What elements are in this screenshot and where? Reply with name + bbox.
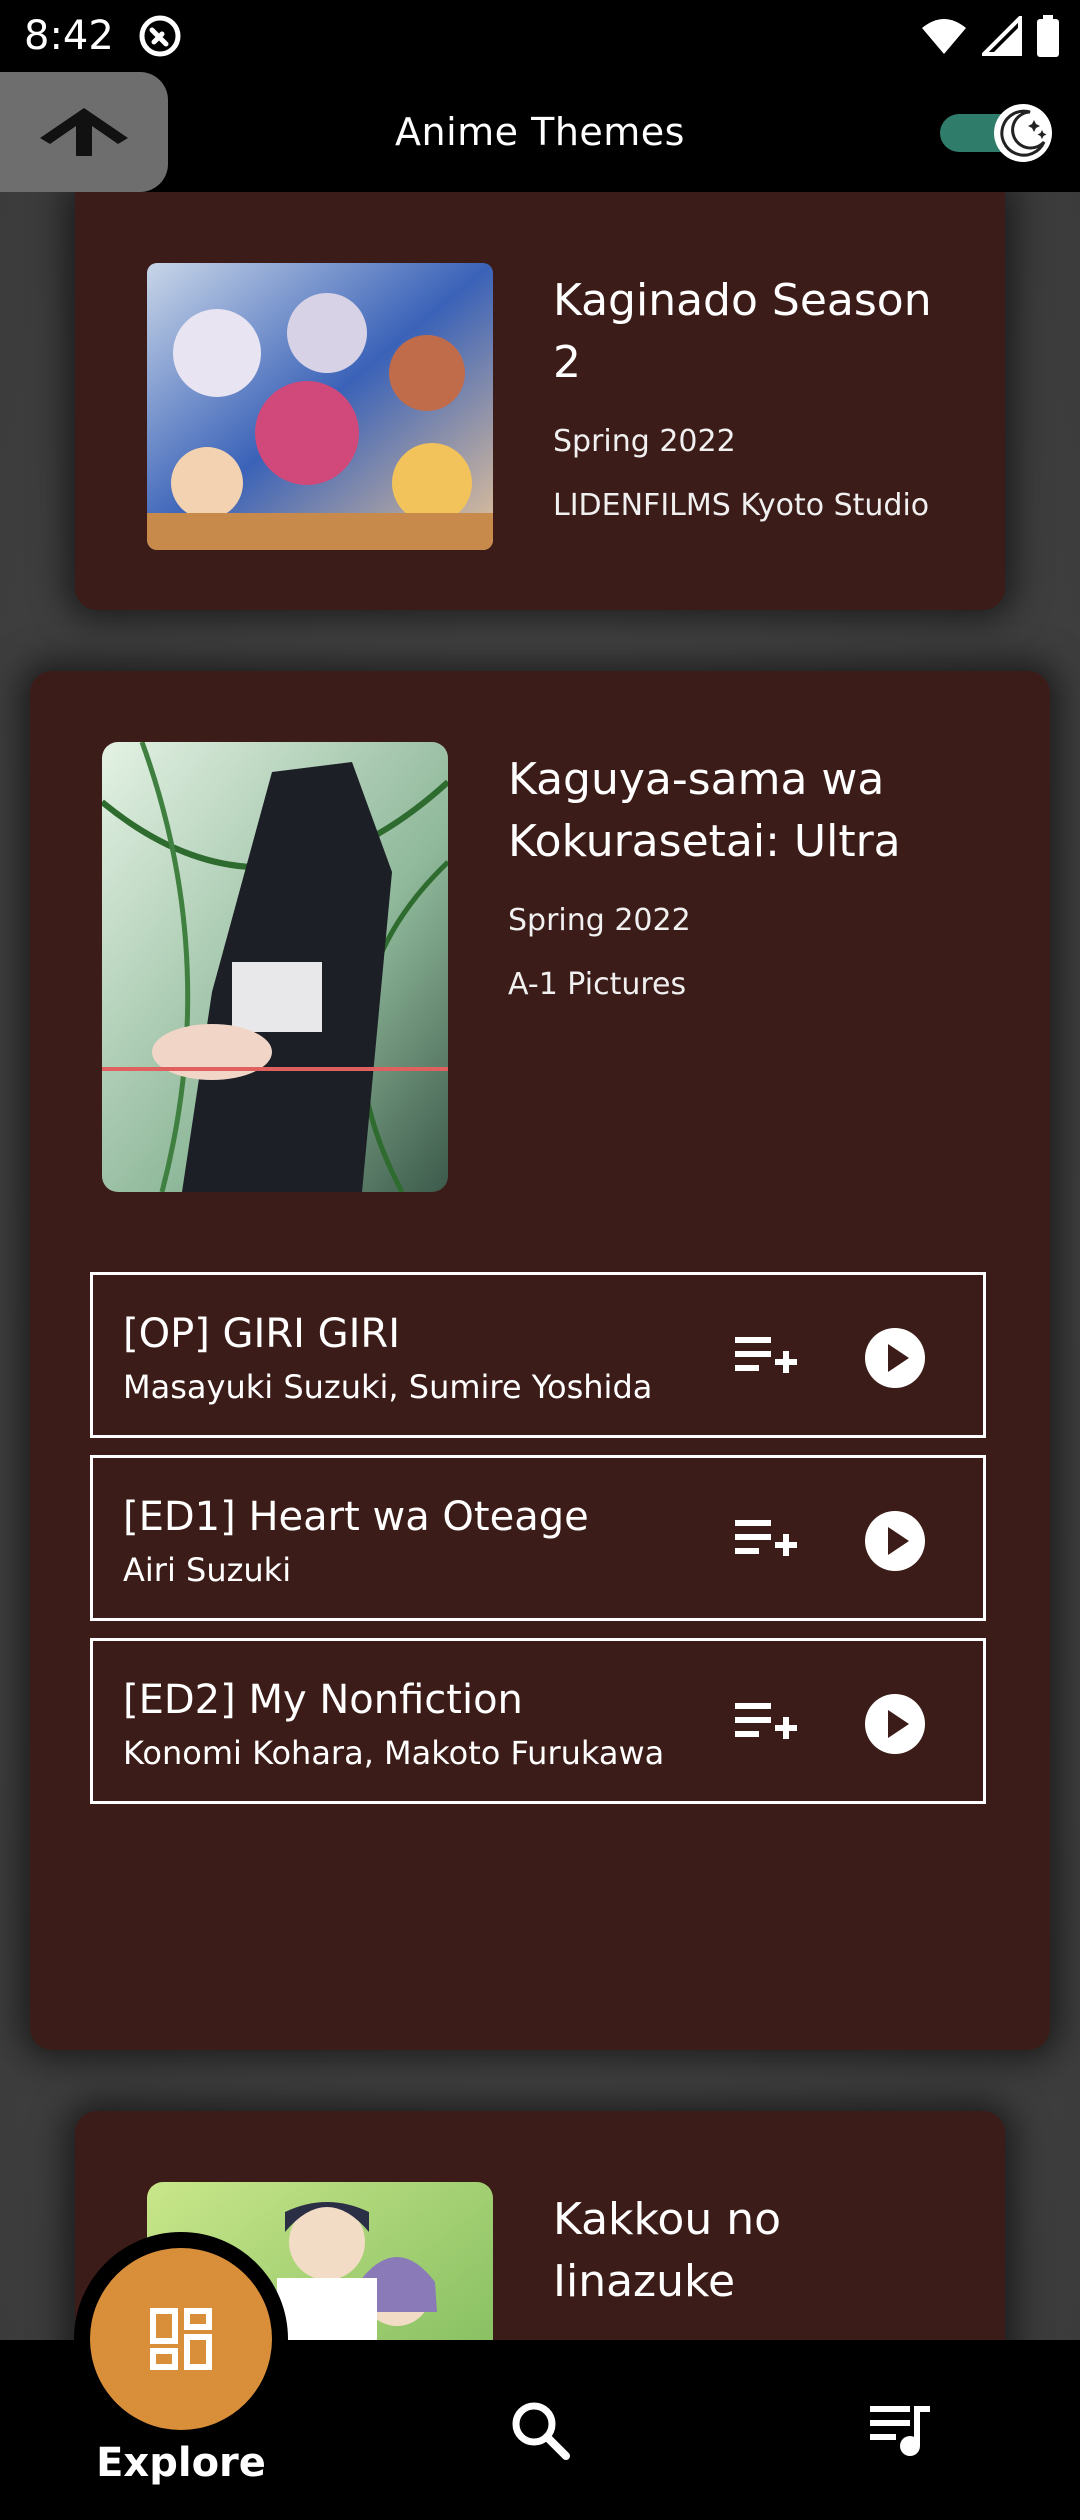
nav-explore-button[interactable] [90, 2248, 272, 2430]
theme-artists: Konomi Kohara, Makoto Furukawa [123, 1734, 665, 1772]
anime-list[interactable]: Kaginado Season 2 Spring 2022 LIDENFILMS… [0, 192, 1080, 2340]
battery-icon [1037, 15, 1059, 57]
add-to-playlist-icon[interactable] [733, 1514, 797, 1568]
play-icon[interactable] [863, 1692, 927, 1756]
app-notification-icon [139, 15, 181, 57]
theme-artists: Masayuki Suzuki, Sumire Yoshida [123, 1368, 653, 1406]
status-bar: 8:42 [0, 0, 1080, 72]
play-icon[interactable] [863, 1509, 927, 1573]
theme-row[interactable]: [ED1] Heart wa Oteage Airi Suzuki [90, 1455, 986, 1621]
nav-explore-label[interactable]: Explore [76, 2440, 286, 2486]
theme-row[interactable]: [ED2] My Nonfiction Konomi Kohara, Makot… [90, 1638, 986, 1804]
add-to-playlist-icon[interactable] [733, 1697, 797, 1751]
anime-title: Kaguya-sama wa Kokurasetai: Ultra [508, 754, 901, 867]
play-icon[interactable] [863, 1326, 927, 1390]
dark-mode-toggle[interactable] [940, 104, 1052, 162]
anime-card[interactable]: Kaginado Season 2 Spring 2022 LIDENFILMS… [75, 192, 1005, 610]
anime-cover-image [102, 742, 448, 1192]
dashboard-icon [150, 2308, 212, 2370]
theme-row[interactable]: [OP] GIRI GIRI Masayuki Suzuki, Sumire Y… [90, 1272, 986, 1438]
anime-title: Kaginado Season 2 [553, 275, 932, 388]
anime-season: Spring 2022 [553, 424, 736, 459]
status-time: 8:42 [24, 13, 114, 59]
theme-name: [OP] GIRI GIRI [123, 1311, 401, 1357]
anime-studio: A-1 Pictures [508, 967, 687, 1002]
toggle-thumb [994, 104, 1052, 162]
moon-icon [1000, 109, 1047, 157]
anime-studio: LIDENFILMS Kyoto Studio [553, 488, 930, 523]
playlist-icon[interactable] [868, 2402, 932, 2458]
anime-cover-image [147, 263, 493, 550]
status-icons [920, 14, 1060, 58]
anime-season: Spring 2022 [508, 903, 691, 938]
add-to-playlist-icon[interactable] [733, 1331, 797, 1385]
theme-artists: Airi Suzuki [123, 1551, 292, 1589]
top-app-bar: Anime Themes [0, 72, 1080, 192]
theme-name: [ED2] My Nonfiction [123, 1677, 523, 1723]
signal-icon [982, 16, 1022, 56]
app-title: Anime Themes [395, 110, 685, 154]
search-icon[interactable] [508, 2398, 572, 2462]
anime-title: Kakkou no Iinazuke [553, 2194, 782, 2307]
theme-name: [ED1] Heart wa Oteage [123, 1494, 589, 1540]
wifi-icon [922, 19, 966, 54]
